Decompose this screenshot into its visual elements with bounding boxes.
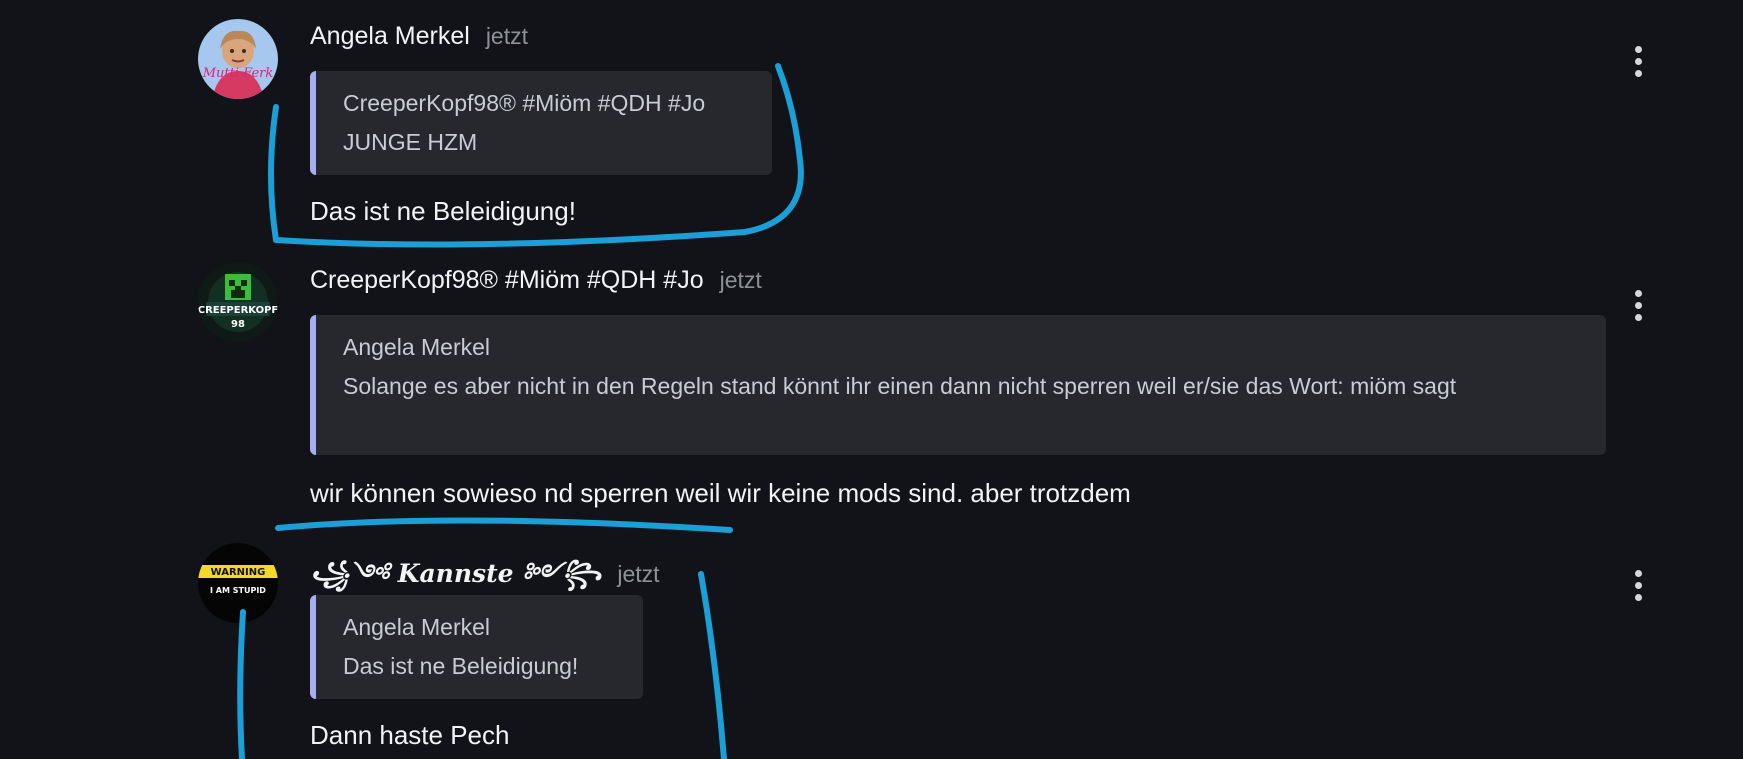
annotation-line-right [698, 571, 727, 759]
avatar-angela-merkel[interactable]: Mutti Ferk [198, 19, 278, 99]
timestamp: jetzt [719, 267, 762, 293]
annotation-line-left [237, 609, 246, 759]
quote-author: Angela Merkel [343, 614, 491, 640]
chat-view: Mutti Ferk Angela Merkel jetzt CreeperKo… [0, 0, 1743, 759]
cartoon-portrait-avatar-icon: Mutti Ferk [198, 19, 278, 99]
quote-author: CreeperKopf98® #Miöm #QDH #Jo [343, 90, 706, 116]
quote-text: Das ist ne Beleidigung! [343, 653, 579, 679]
author-name[interactable]: Angela Merkel [310, 22, 470, 51]
warning-sign-avatar-icon: WARNING I AM STUPID [198, 543, 278, 623]
reply-quote[interactable]: Angela Merkel Solange es aber nicht in d… [310, 315, 1606, 455]
warning-sublabel: I AM STUPID [210, 586, 266, 595]
warning-label: WARNING [211, 567, 266, 578]
message-text: Das ist ne Beleidigung! [310, 196, 576, 226]
message-text: Dann haste Pech [310, 720, 510, 750]
avatar-kannste[interactable]: WARNING I AM STUPID [198, 543, 278, 623]
quote-author: Angela Merkel [343, 334, 491, 360]
message-text: wir können sowieso nd sperren weil wir k… [310, 478, 1131, 508]
quote-text: JUNGE HZM [343, 129, 478, 155]
more-options-icon[interactable] [1624, 41, 1652, 81]
timestamp: jetzt [617, 561, 660, 587]
timestamp: jetzt [485, 23, 528, 49]
message-header: CreeperKopf98® #Miöm #QDH #Jo jetzt [310, 266, 762, 295]
avatar-caption-number: 98 [231, 319, 245, 330]
more-options-icon[interactable] [1624, 285, 1652, 325]
avatar-creeperkopf[interactable]: CREEPERKOPF 98 [198, 262, 278, 342]
creeper-logo-avatar-icon: CREEPERKOPF 98 [198, 262, 278, 342]
reply-quote[interactable]: CreeperKopf98® #Miöm #QDH #Jo JUNGE HZM [310, 71, 772, 175]
reply-quote[interactable]: Angela Merkel Das ist ne Beleidigung! [310, 595, 643, 699]
annotation-loop-tail [657, 229, 748, 240]
quote-text: Solange es aber nicht in den Regeln stan… [343, 373, 1457, 399]
message-header: Angela Merkel jetzt [310, 22, 528, 51]
author-name[interactable]: CreeperKopf98® #Miöm #QDH #Jo [310, 266, 704, 295]
annotation-underline [275, 517, 733, 533]
more-options-icon[interactable] [1624, 565, 1652, 605]
avatar-caption: Mutti Ferk [202, 66, 274, 81]
avatar-caption: CREEPERKOPF [198, 305, 278, 316]
